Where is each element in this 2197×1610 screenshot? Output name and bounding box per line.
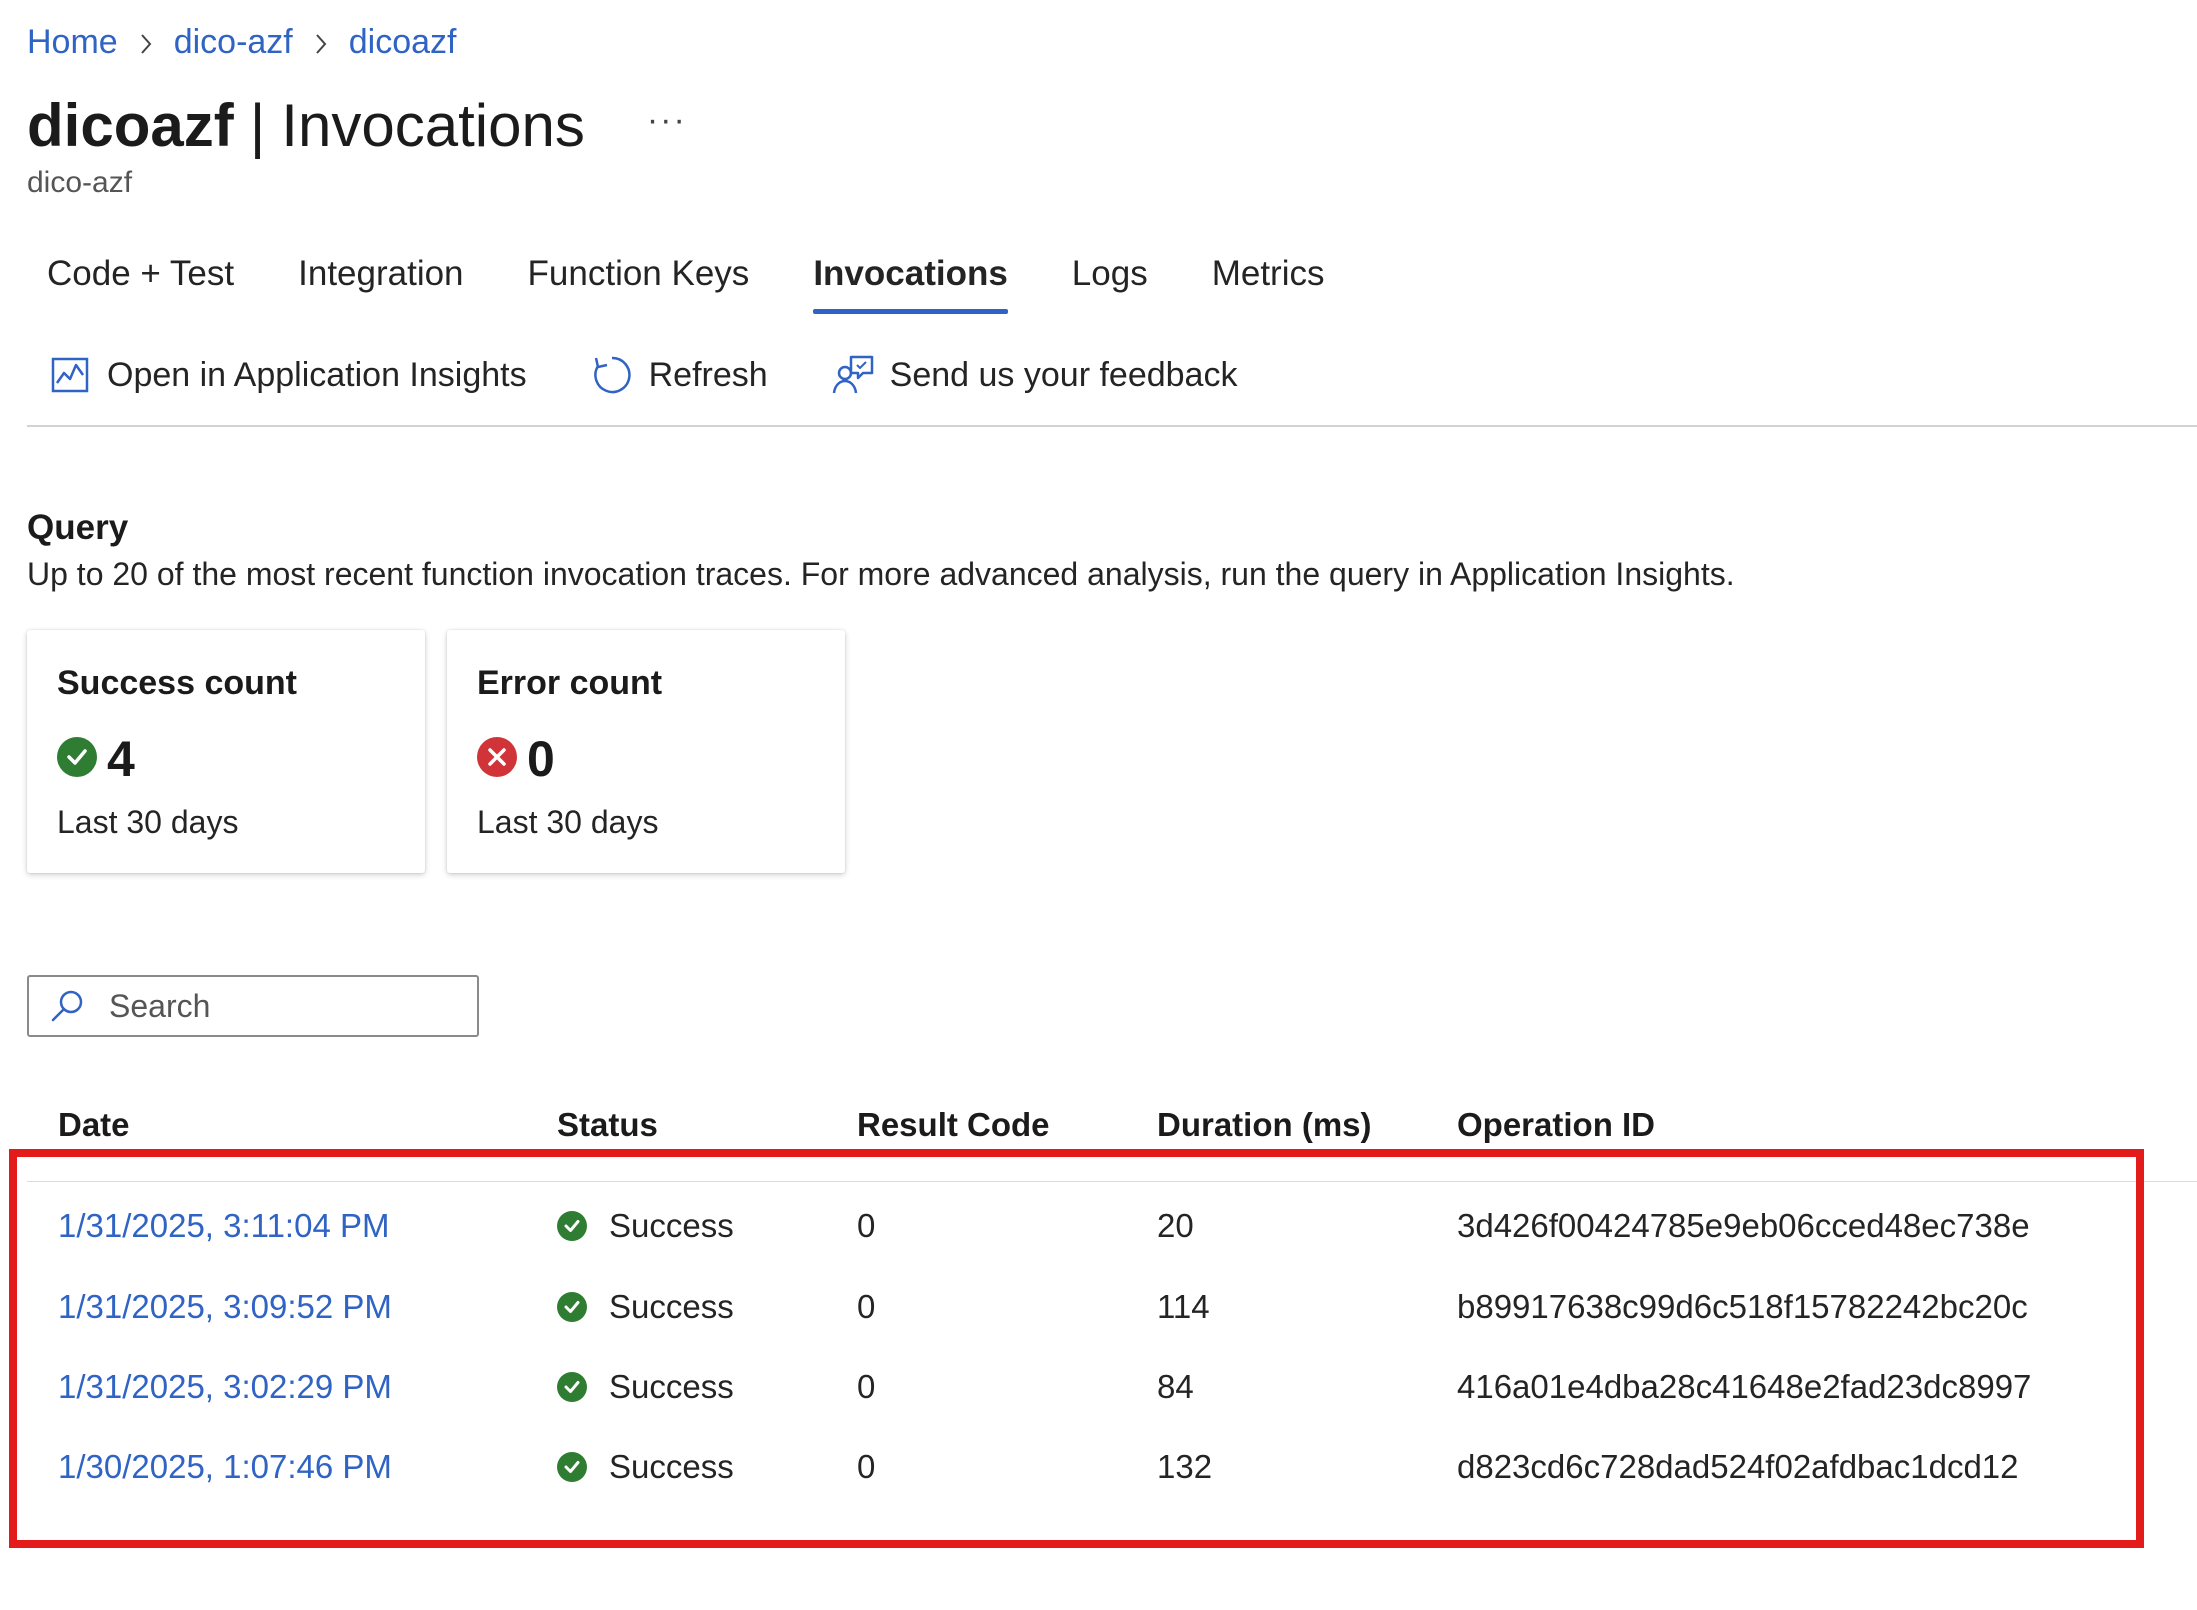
search-icon (47, 986, 87, 1026)
invocation-date-link[interactable]: 1/31/2025, 3:02:29 PM (58, 1368, 392, 1405)
success-count-period: Last 30 days (57, 804, 239, 840)
breadcrumb-home[interactable]: Home (27, 18, 118, 66)
tab-integration[interactable]: Integration (278, 248, 483, 300)
row-duration: 132 (1157, 1448, 1213, 1485)
error-icon (477, 736, 517, 782)
invocation-date-link[interactable]: 1/31/2025, 3:09:52 PM (58, 1288, 392, 1325)
tab-function-keys[interactable]: Function Keys (508, 248, 770, 300)
tab-logs[interactable]: Logs (1052, 248, 1168, 300)
command-bar: Open in Application Insights Refresh Sen… (27, 352, 1279, 398)
success-icon (557, 1371, 589, 1403)
table-header: Date Status Result Code Duration (ms) Op… (0, 1106, 2197, 1156)
success-icon (557, 1210, 589, 1242)
page-title-section: Invocations (281, 92, 585, 159)
row-date-cell: 1/31/2025, 3:02:29 PM (58, 1357, 392, 1417)
row-duration: 84 (1157, 1368, 1194, 1405)
search-input[interactable] (107, 986, 451, 1026)
row-status-cell: Success (557, 1196, 734, 1256)
error-count-card: Error count 0 Last 30 days (447, 630, 845, 873)
success-count-title: Success count (57, 664, 297, 702)
breadcrumb-function[interactable]: dicoazf (349, 18, 457, 66)
tab-bar: Code + Test Integration Function Keys In… (27, 248, 1368, 314)
row-duration: 114 (1157, 1288, 1210, 1325)
query-heading: Query (27, 508, 129, 547)
more-options-button[interactable]: ··· (647, 82, 687, 158)
row-operation-id: b89917638c99d6c518f15782242bc20c (1457, 1288, 2028, 1325)
error-count-value-row: 0 (477, 730, 555, 788)
success-count-value: 4 (107, 731, 135, 787)
refresh-button[interactable]: Refresh (569, 352, 768, 398)
row-status-cell: Success (557, 1437, 734, 1497)
success-icon (57, 736, 97, 782)
page-title-name: dicoazf (27, 92, 234, 159)
row-status-text: Success (609, 1448, 734, 1485)
row-status-cell: Success (557, 1277, 734, 1337)
error-count-title: Error count (477, 664, 663, 702)
row-result-code: 0 (857, 1207, 876, 1244)
invocation-date-link[interactable]: 1/31/2025, 3:11:04 PM (58, 1207, 389, 1244)
row-status-text: Success (609, 1368, 734, 1405)
row-status-text: Success (609, 1207, 734, 1244)
chevron-right-icon (118, 18, 174, 66)
row-status-cell: Success (557, 1357, 734, 1417)
tab-invocations[interactable]: Invocations (793, 248, 1027, 314)
row-date-cell: 1/30/2025, 1:07:46 PM (58, 1437, 392, 1497)
open-in-app-insights-label: Open in Application Insights (107, 355, 527, 394)
chart-icon (47, 352, 93, 398)
row-operation-id: d823cd6c728dad524f02afdbac1dcd12 (1457, 1448, 2019, 1485)
table-row: 1/30/2025, 1:07:46 PM Success 0 132 d823… (0, 1437, 2197, 1497)
chevron-right-icon (293, 18, 349, 66)
column-header-duration[interactable]: Duration (ms) (1157, 1106, 1372, 1144)
column-header-result-code[interactable]: Result Code (857, 1106, 1050, 1144)
table-header-divider (27, 1181, 2197, 1182)
refresh-icon (589, 352, 635, 398)
success-icon (557, 1451, 589, 1483)
toolbar-divider (27, 425, 2197, 427)
row-operation-id: 3d426f00424785e9eb06cced48ec738e (1457, 1207, 2030, 1244)
page-title-separator: | (249, 92, 266, 159)
open-in-app-insights-button[interactable]: Open in Application Insights (27, 352, 527, 398)
column-header-operation-id[interactable]: Operation ID (1457, 1106, 1655, 1144)
breadcrumb-resource-group[interactable]: dico-azf (174, 18, 293, 66)
row-date-cell: 1/31/2025, 3:09:52 PM (58, 1277, 392, 1337)
row-result-code: 0 (857, 1368, 876, 1405)
feedback-icon (830, 352, 876, 398)
row-status-text: Success (609, 1288, 734, 1325)
row-date-cell: 1/31/2025, 3:11:04 PM (58, 1196, 389, 1256)
success-count-card: Success count 4 Last 30 days (27, 630, 425, 873)
error-count-period: Last 30 days (477, 804, 659, 840)
table-row: 1/31/2025, 3:09:52 PM Success 0 114 b899… (0, 1277, 2197, 1337)
row-duration: 20 (1157, 1207, 1194, 1244)
send-feedback-label: Send us your feedback (889, 355, 1238, 394)
page-title: dicoazf | Invocations ··· (27, 88, 687, 164)
refresh-label: Refresh (648, 355, 768, 394)
column-header-date[interactable]: Date (58, 1106, 130, 1144)
search-box[interactable] (27, 975, 479, 1037)
row-result-code: 0 (857, 1448, 876, 1485)
row-result-code: 0 (857, 1288, 876, 1325)
error-count-value: 0 (527, 731, 555, 787)
breadcrumb: Home dico-azf dicoazf (27, 18, 457, 66)
send-feedback-button[interactable]: Send us your feedback (810, 352, 1238, 398)
query-description: Up to 20 of the most recent function inv… (27, 556, 1735, 592)
tab-metrics[interactable]: Metrics (1192, 248, 1345, 300)
table-row: 1/31/2025, 3:11:04 PM Success 0 20 3d426… (0, 1196, 2197, 1256)
row-operation-id: 416a01e4dba28c41648e2fad23dc8997 (1457, 1368, 2032, 1405)
success-count-value-row: 4 (57, 730, 135, 788)
tab-code-test[interactable]: Code + Test (27, 248, 254, 300)
success-icon (557, 1291, 589, 1323)
table-row: 1/31/2025, 3:02:29 PM Success 0 84 416a0… (0, 1357, 2197, 1417)
page-subtitle: dico-azf (27, 166, 133, 199)
invocation-date-link[interactable]: 1/30/2025, 1:07:46 PM (58, 1448, 392, 1485)
column-header-status[interactable]: Status (557, 1106, 658, 1144)
